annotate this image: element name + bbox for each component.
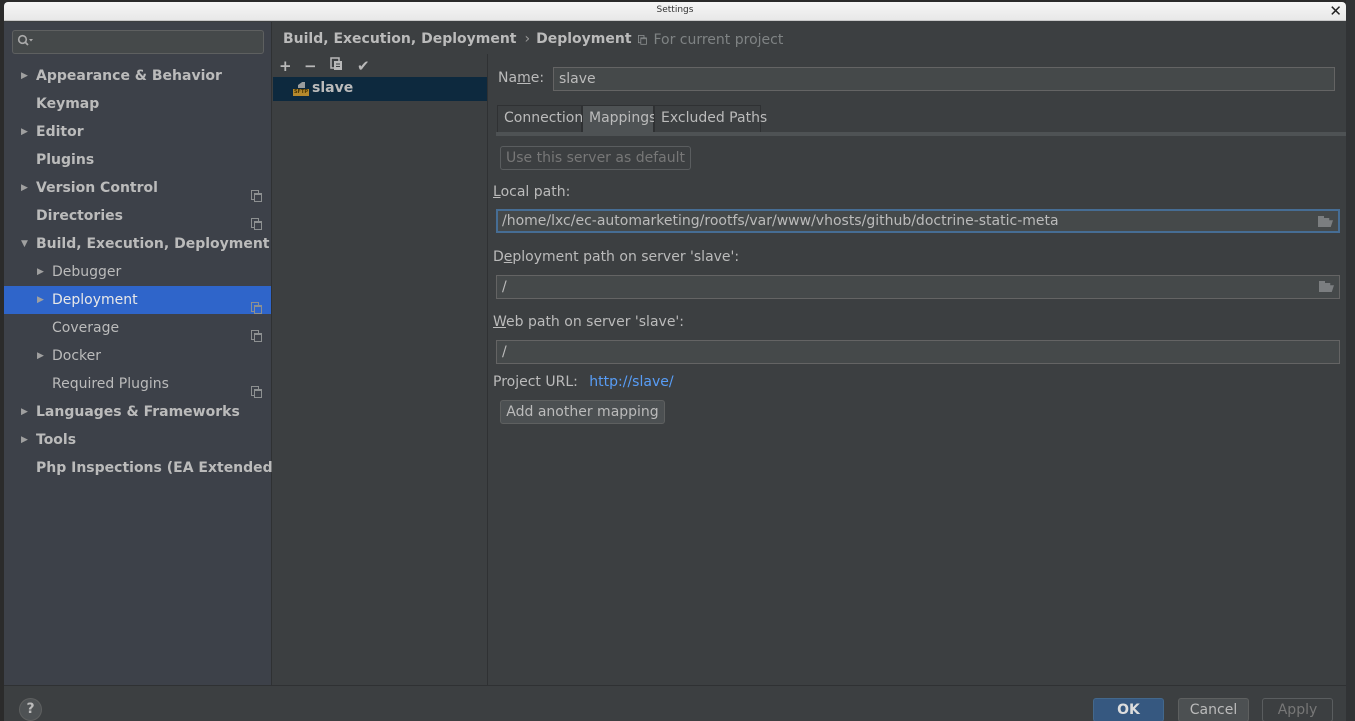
- sidebar-item-keymap[interactable]: Keymap: [4, 90, 271, 118]
- sidebar-item-directories[interactable]: Directories: [4, 202, 271, 230]
- search-icon: [17, 34, 33, 51]
- tab-mappings[interactable]: Mappings: [582, 105, 656, 132]
- remove-server-icon[interactable]: −: [304, 57, 317, 75]
- sidebar-item-label: Directories: [36, 208, 123, 224]
- sidebar-item-label: Coverage: [52, 320, 120, 336]
- breadcrumb-separator: ›: [524, 31, 531, 47]
- cancel-button[interactable]: Cancel: [1178, 698, 1249, 721]
- project-url-row: Project URL: http://slave/: [493, 374, 674, 390]
- sidebar-item-required-plugins[interactable]: Required Plugins: [4, 370, 271, 398]
- window-title: Settings: [656, 5, 694, 15]
- tab-excluded-paths[interactable]: Excluded Paths: [654, 105, 767, 132]
- dialog-footer: ? OK Cancel Apply: [4, 685, 1346, 721]
- breadcrumb-current: Deployment: [536, 31, 632, 47]
- name-label: Name:: [498, 70, 545, 86]
- sidebar-item-php-inspections-ea-extended[interactable]: Php Inspections (EA Extended): [4, 454, 279, 482]
- sidebar-item-deployment[interactable]: ▶ Deployment: [4, 286, 271, 314]
- help-icon[interactable]: ?: [19, 698, 42, 721]
- ok-button[interactable]: OK: [1093, 698, 1164, 721]
- collapsed-arrow-icon[interactable]: ▶: [21, 398, 28, 426]
- main-panel: Build, Execution, Deployment › Deployment …: [273, 22, 1346, 685]
- sidebar-item-label: Required Plugins: [52, 376, 169, 392]
- expanded-arrow-icon[interactable]: ▼: [21, 230, 28, 258]
- settings-dialog: Settings ✕ ▶ Appearance & Behavior Keymap ▶…: [4, 2, 1346, 721]
- server-name: slave: [312, 80, 354, 96]
- browse-folder-icon[interactable]: [1319, 281, 1334, 292]
- set-default-check-icon[interactable]: ✔: [357, 57, 370, 75]
- local-path-input[interactable]: /home/lxc/ec-automarketing/rootfs/var/ww…: [496, 209, 1340, 233]
- sidebar-item-label: Tools: [36, 432, 77, 448]
- project-settings-icon: [251, 323, 262, 342]
- sidebar-item-version-control[interactable]: ▶ Version Control: [4, 174, 271, 202]
- use-as-default-button[interactable]: Use this server as default: [500, 146, 691, 170]
- search-input[interactable]: [12, 30, 264, 54]
- local-path-value: /home/lxc/ec-automarketing/rootfs/var/ww…: [502, 213, 1059, 229]
- background-editor-edge: [1346, 0, 1355, 721]
- breadcrumb: Build, Execution, Deployment › Deployment: [283, 31, 632, 47]
- collapsed-arrow-icon[interactable]: ▶: [21, 62, 28, 90]
- sidebar-item-docker[interactable]: ▶ Docker: [4, 342, 271, 370]
- server-list-item[interactable]: SFTP slave: [273, 77, 487, 101]
- sidebar-item-languages-frameworks[interactable]: ▶ Languages & Frameworks: [4, 398, 271, 426]
- sftp-server-icon: SFTP: [293, 82, 309, 96]
- tab-underline: [496, 132, 1346, 136]
- project-settings-icon: [251, 211, 262, 230]
- sidebar-item-label: Deployment: [52, 292, 138, 308]
- local-path-label: Local path:: [493, 184, 571, 200]
- browse-folder-icon[interactable]: [1318, 216, 1333, 227]
- web-path-value: /: [502, 344, 507, 360]
- server-list-panel: + − ✔ SFTP slave: [273, 54, 488, 685]
- sidebar-item-build-execution-deployment[interactable]: ▼ Build, Execution, Deployment: [4, 230, 271, 258]
- collapsed-arrow-icon[interactable]: ▶: [21, 426, 28, 454]
- sidebar-item-tools[interactable]: ▶ Tools: [4, 426, 271, 454]
- sidebar-item-label: Build, Execution, Deployment: [36, 236, 270, 252]
- sidebar-item-label: Languages & Frameworks: [36, 404, 240, 420]
- server-name-input[interactable]: slave: [553, 67, 1335, 91]
- title-bar: Settings ✕: [4, 2, 1346, 21]
- collapsed-arrow-icon[interactable]: ▶: [37, 342, 44, 370]
- collapsed-arrow-icon[interactable]: ▶: [37, 286, 44, 314]
- project-url-label: Project URL:: [493, 374, 578, 390]
- sidebar-item-plugins[interactable]: Plugins: [4, 146, 271, 174]
- sidebar-item-label: Editor: [36, 124, 84, 140]
- sidebar-item-label: Php Inspections (EA Extended): [36, 460, 280, 476]
- project-settings-icon: [251, 183, 262, 202]
- close-icon[interactable]: ✕: [1329, 2, 1342, 21]
- collapsed-arrow-icon[interactable]: ▶: [21, 118, 28, 146]
- sidebar-item-appearance-behavior[interactable]: ▶ Appearance & Behavior: [4, 62, 271, 90]
- sidebar-item-label: Version Control: [36, 180, 158, 196]
- sidebar-item-debugger[interactable]: ▶ Debugger: [4, 258, 271, 286]
- project-url-link[interactable]: http://slave/: [589, 374, 673, 390]
- deployment-path-input[interactable]: /: [496, 275, 1340, 299]
- collapsed-arrow-icon[interactable]: ▶: [21, 174, 28, 202]
- sidebar-item-label: Keymap: [36, 96, 100, 112]
- sidebar-item-label: Docker: [52, 348, 102, 364]
- sidebar-item-label: Plugins: [36, 152, 95, 168]
- tab-connection[interactable]: Connection: [497, 105, 583, 132]
- sidebar-item-label: Debugger: [52, 264, 122, 280]
- sidebar-item-label: Appearance & Behavior: [36, 68, 222, 84]
- project-scope-text: For current project: [653, 32, 784, 48]
- copy-server-icon[interactable]: [330, 57, 344, 75]
- settings-tree: ▶ Appearance & Behavior Keymap ▶ Editor Plugi…: [4, 62, 279, 482]
- deployment-path-value: /: [502, 279, 507, 295]
- project-scope-icon: [638, 35, 647, 45]
- add-server-icon[interactable]: +: [279, 57, 292, 75]
- web-path-input[interactable]: /: [496, 340, 1340, 364]
- server-details: Name: slave Connection Mappings Excluded…: [488, 54, 1346, 685]
- project-settings-icon: [251, 295, 262, 314]
- project-settings-icon: [251, 379, 262, 398]
- sidebar-item-editor[interactable]: ▶ Editor: [4, 118, 271, 146]
- settings-sidebar: ▶ Appearance & Behavior Keymap ▶ Editor Plugi…: [4, 22, 279, 685]
- breadcrumb-parent[interactable]: Build, Execution, Deployment: [283, 31, 517, 47]
- sidebar-item-coverage[interactable]: Coverage: [4, 314, 271, 342]
- project-scope-label: For current project: [637, 32, 783, 48]
- apply-button[interactable]: Apply: [1262, 698, 1333, 721]
- collapsed-arrow-icon[interactable]: ▶: [37, 258, 44, 286]
- web-path-label: Web path on server 'slave':: [493, 314, 684, 330]
- add-mapping-button[interactable]: Add another mapping: [500, 400, 665, 424]
- deployment-path-label: Deployment path on server 'slave':: [493, 249, 740, 265]
